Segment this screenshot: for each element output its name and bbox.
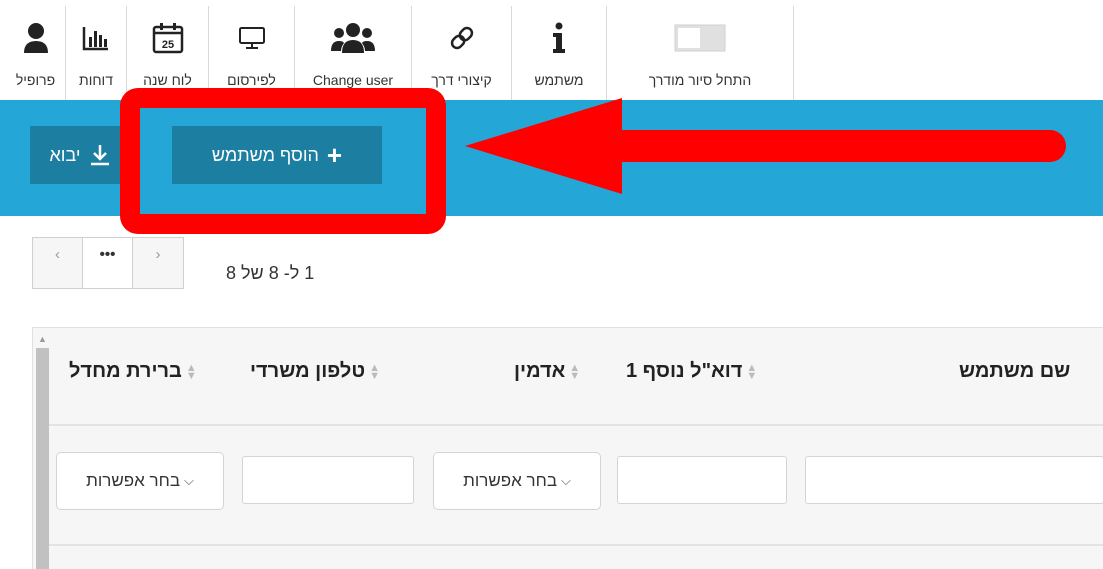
toolbar-item-guided-tour[interactable]: התחל סיור מודרך bbox=[607, 6, 794, 100]
toolbar-label: לפירסום bbox=[227, 72, 276, 88]
vertical-scrollbar[interactable] bbox=[36, 348, 49, 569]
table-header-row: שם משתמש ▲ ▼ דוא"ל נוסף 1 ▲ ▼ אדמין ▲ ▼ טלפ… bbox=[49, 328, 1103, 426]
link-icon bbox=[412, 20, 511, 56]
column-header-default[interactable]: ▲ ▼ ברירת מחדל bbox=[69, 360, 197, 383]
table-filter-row: ⌵ בחר אפשרות ⌵ בחר אפשרות bbox=[49, 426, 1103, 546]
default-filter-select[interactable]: ⌵ בחר אפשרות bbox=[56, 452, 224, 510]
email-filter-input[interactable] bbox=[617, 456, 787, 504]
toolbar-item-shortcuts[interactable]: קיצורי דרך bbox=[412, 6, 512, 100]
column-header-office-phone[interactable]: ▲ ▼ טלפון משרדי bbox=[250, 360, 380, 383]
toolbar-item-calendar[interactable]: 25 לוח שנה bbox=[127, 6, 209, 100]
chevron-down-icon: ⌵ bbox=[184, 473, 194, 488]
toolbar-item-publish[interactable]: לפירסום bbox=[209, 6, 295, 100]
toolbar-item-profile[interactable]: פרופיל bbox=[6, 6, 66, 100]
toolbar-label: לוח שנה bbox=[143, 72, 192, 88]
username-filter-input[interactable] bbox=[805, 456, 1103, 504]
toolbar-label: פרופיל bbox=[15, 72, 56, 88]
pagination: ‹ ••• › bbox=[32, 237, 184, 289]
toolbar-item-user-info[interactable]: משתמש bbox=[512, 6, 607, 100]
toolbar-label: Change user bbox=[312, 72, 394, 88]
sort-icon: ▲ ▼ bbox=[369, 361, 380, 382]
office-phone-filter-input[interactable] bbox=[242, 456, 414, 504]
toolbar-label: דוחות bbox=[79, 72, 113, 88]
toggle-switch-icon[interactable] bbox=[607, 20, 793, 56]
column-header-username[interactable]: שם משתמש bbox=[959, 360, 1070, 383]
chevron-down-icon: ⌵ bbox=[561, 473, 571, 488]
import-label: יבוא bbox=[49, 144, 81, 165]
pagination-info: 1 ל- 8 של 8 bbox=[226, 263, 315, 283]
toolbar-label: משתמש bbox=[534, 72, 584, 88]
sort-icon: ▲ ▼ bbox=[746, 361, 758, 382]
column-header-admin[interactable]: ▲ ▼ אדמין bbox=[514, 360, 580, 383]
admin-filter-select[interactable]: ⌵ בחר אפשרות bbox=[433, 452, 601, 510]
top-toolbar: פרופיל דוחות 25 לוח שנה לפירסום Change u… bbox=[0, 0, 1103, 100]
toolbar-label: התחל סיור מודרך bbox=[648, 72, 752, 88]
toolbar-item-change-user[interactable]: Change user bbox=[295, 6, 412, 100]
monitor-icon bbox=[209, 20, 294, 56]
user-icon bbox=[6, 20, 65, 56]
sort-icon: ▲ ▼ bbox=[185, 361, 197, 382]
toolbar-label: קיצורי דרך bbox=[431, 72, 492, 88]
column-header-email[interactable]: ▲ ▼ דוא"ל נוסף 1 bbox=[626, 360, 757, 383]
highlight-box bbox=[120, 88, 446, 234]
calendar-icon: 25 bbox=[127, 20, 208, 56]
users-table: ▲ שם משתמש ▲ ▼ דוא"ל נוסף 1 ▲ ▼ אדמין ▲ ▼ ט… bbox=[32, 327, 1103, 569]
users-icon bbox=[295, 20, 411, 56]
scroll-up-icon[interactable]: ▲ bbox=[38, 334, 47, 344]
info-icon bbox=[512, 20, 606, 56]
pagination-prev-button[interactable]: ‹ bbox=[33, 238, 83, 288]
bar-chart-icon bbox=[66, 20, 126, 56]
svg-text:25: 25 bbox=[161, 39, 173, 51]
import-button[interactable]: יבוא bbox=[30, 126, 130, 184]
toolbar-item-reports[interactable]: דוחות bbox=[66, 6, 127, 100]
pagination-next-button[interactable]: › bbox=[133, 238, 183, 288]
pagination-current[interactable]: ••• bbox=[83, 238, 133, 288]
sort-icon: ▲ ▼ bbox=[569, 361, 581, 382]
download-icon bbox=[89, 143, 111, 167]
